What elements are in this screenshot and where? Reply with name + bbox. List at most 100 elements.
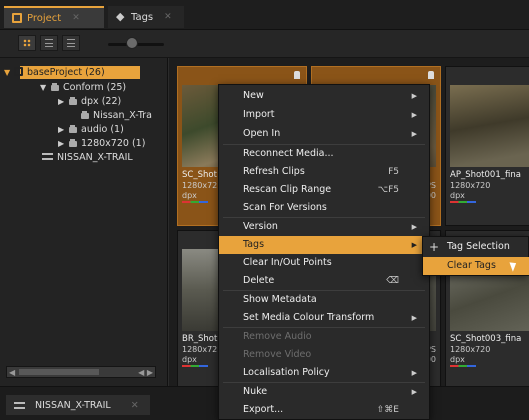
submenu-arrow-icon: ▶	[411, 92, 417, 100]
tree-item-label: NISSAN_X-TRAIL	[57, 152, 133, 163]
submenu-arrow-icon: ▶	[411, 111, 417, 119]
expand-arrow-icon[interactable]: ▼	[40, 81, 50, 94]
tree-item-audio[interactable]: ▶ audio (1)	[58, 123, 124, 136]
collapse-arrow-icon[interactable]: ▶	[58, 137, 68, 150]
clip-name: SC_Shot003_fina	[450, 334, 522, 344]
expand-arrow-icon[interactable]: ▼	[4, 66, 14, 79]
menu-item-export[interactable]: Export... ⇧⌘E	[219, 401, 429, 419]
context-menu: New ▶ Import ▶ Open In ▶ Reconnect Media...…	[218, 84, 430, 420]
channel-bars	[182, 365, 208, 367]
scrollbar-thumb[interactable]	[19, 369, 99, 375]
grid-view-button[interactable]	[18, 35, 36, 51]
submenu-arrow-icon: ▶	[411, 223, 417, 231]
submenu-arrow-icon: ▶	[411, 241, 417, 249]
menu-item-show-metadata[interactable]: Show Metadata	[219, 291, 429, 309]
collapse-arrow-icon[interactable]: ▶	[58, 95, 68, 108]
grid-view-icon	[23, 39, 31, 47]
tree-item-sequence[interactable]: NISSAN_X-TRAIL	[42, 151, 133, 164]
tree-horizontal-scrollbar[interactable]: ◀ ◀ ▶	[6, 366, 156, 378]
menu-item-rescan-clip-range[interactable]: Rescan Clip Range ⌥F5	[219, 181, 429, 199]
lock-icon	[428, 71, 434, 79]
channel-bars	[182, 201, 208, 203]
scroll-right-icon[interactable]: ◀ ▶	[138, 368, 153, 377]
tree-item-dpx[interactable]: ▶ dpx (22)	[58, 95, 121, 108]
clip-thumbnail	[450, 85, 529, 167]
tree-item-label: Nissan_X-Tra	[93, 110, 152, 121]
menu-item-scan-versions[interactable]: Scan For Versions	[219, 199, 429, 217]
detail-view-icon	[67, 39, 75, 47]
tag-icon: ◆	[116, 10, 125, 23]
bin-icon	[68, 139, 78, 147]
project-icon	[14, 67, 23, 76]
menu-item-tags[interactable]: Tags ▶	[219, 236, 429, 254]
clip-format: dpx	[450, 191, 465, 200]
tree-item-nissan-clip[interactable]: Nissan_X-Tra	[80, 109, 152, 122]
collapse-arrow-icon[interactable]: ▶	[58, 123, 68, 136]
tree-item-label: dpx (22)	[81, 96, 122, 107]
list-view-button[interactable]	[40, 35, 58, 51]
menu-item-delete[interactable]: Delete ⌫	[219, 272, 429, 290]
panel-tab-bar: Project ✕ ◆ Tags ✕	[0, 0, 529, 30]
tree-item-label: 1280x720 (1)	[81, 138, 146, 149]
tab-sequence[interactable]: NISSAN_X-TRAIL ✕	[6, 395, 150, 415]
menu-item-open-in[interactable]: Open In ▶	[219, 125, 429, 143]
clip-tile[interactable]: AP_Shot001_fina 1280x720 dpx	[445, 66, 529, 226]
tree-item-label: Conform (25)	[63, 82, 127, 93]
close-icon[interactable]: ✕	[164, 12, 172, 22]
project-icon	[12, 13, 22, 23]
plus-icon: +	[429, 240, 440, 254]
menu-item-tag-selection[interactable]: + Tag Selection	[423, 238, 529, 256]
menu-item-version[interactable]: Version ▶	[219, 218, 429, 236]
tree-item-baseproject[interactable]: ▼ baseProject (26)	[4, 66, 140, 79]
menu-item-refresh-clips[interactable]: Refresh Clips F5	[219, 163, 429, 181]
clip-format: dpx	[182, 191, 197, 200]
close-icon[interactable]: ✕	[72, 13, 80, 23]
channel-bars	[450, 365, 476, 367]
submenu-arrow-icon: ▶	[411, 388, 417, 396]
tab-sequence-label: NISSAN_X-TRAIL	[35, 399, 111, 411]
menu-item-new[interactable]: New ▶	[219, 87, 429, 105]
project-tree: ▼ baseProject (26) ▼ Conform (25) ▶ dpx (22…	[0, 58, 168, 386]
submenu-arrow-icon: ▶	[411, 314, 417, 322]
tree-item-1280x720[interactable]: ▶ 1280x720 (1)	[58, 137, 145, 150]
tab-tags[interactable]: ◆ Tags ✕	[108, 6, 184, 28]
clip-resolution: 1280x72	[182, 345, 218, 354]
tab-project[interactable]: Project ✕	[4, 6, 104, 28]
list-view-icon	[45, 39, 53, 47]
slider-handle[interactable]	[126, 37, 138, 49]
bin-toolbar	[0, 30, 529, 58]
clip-name: AP_Shot001_fina	[450, 170, 521, 180]
tree-item-label: baseProject (26)	[27, 67, 105, 78]
clip-icon	[80, 111, 90, 119]
menu-item-remove-video: Remove Video	[243, 349, 312, 360]
menu-item-reconnect-media[interactable]: Reconnect Media...	[219, 145, 429, 163]
clip-resolution: 1280x720	[450, 181, 491, 190]
clip-name: BR_Shot	[182, 334, 218, 344]
menu-item-import[interactable]: Import ▶	[219, 106, 429, 124]
bin-icon	[50, 83, 60, 91]
tree-item-conform[interactable]: ▼ Conform (25)	[40, 81, 126, 94]
clip-format: dpx	[450, 355, 465, 364]
tab-tags-label: Tags	[131, 11, 154, 23]
clip-name: SC_Shot	[182, 170, 217, 180]
clip-resolution: 1280x720	[450, 345, 491, 354]
scroll-left-icon[interactable]: ◀	[9, 368, 15, 377]
submenu-arrow-icon: ▶	[411, 369, 417, 377]
shortcut-label: ⌥F5	[377, 185, 399, 195]
tree-item-label: audio (1)	[81, 124, 124, 135]
menu-item-nuke[interactable]: Nuke ▶	[219, 383, 429, 401]
shortcut-label: ⌫	[386, 276, 399, 286]
shortcut-label: ⇧⌘E	[376, 405, 399, 415]
menu-item-media-colour-transform[interactable]: Set Media Colour Transform ▶	[219, 309, 429, 327]
menu-item-remove-audio: Remove Audio	[243, 331, 312, 342]
bin-icon	[68, 97, 78, 105]
channel-bars	[450, 201, 476, 203]
detail-view-button[interactable]	[62, 35, 80, 51]
menu-item-clear-in-out[interactable]: Clear In/Out Points	[219, 254, 429, 272]
submenu-arrow-icon: ▶	[411, 130, 417, 138]
menu-item-localisation-policy[interactable]: Localisation Policy ▶	[219, 364, 429, 382]
bin-icon	[68, 125, 78, 133]
clip-format: dpx	[182, 355, 197, 364]
close-icon[interactable]: ✕	[131, 400, 139, 411]
sequence-icon	[14, 401, 25, 409]
